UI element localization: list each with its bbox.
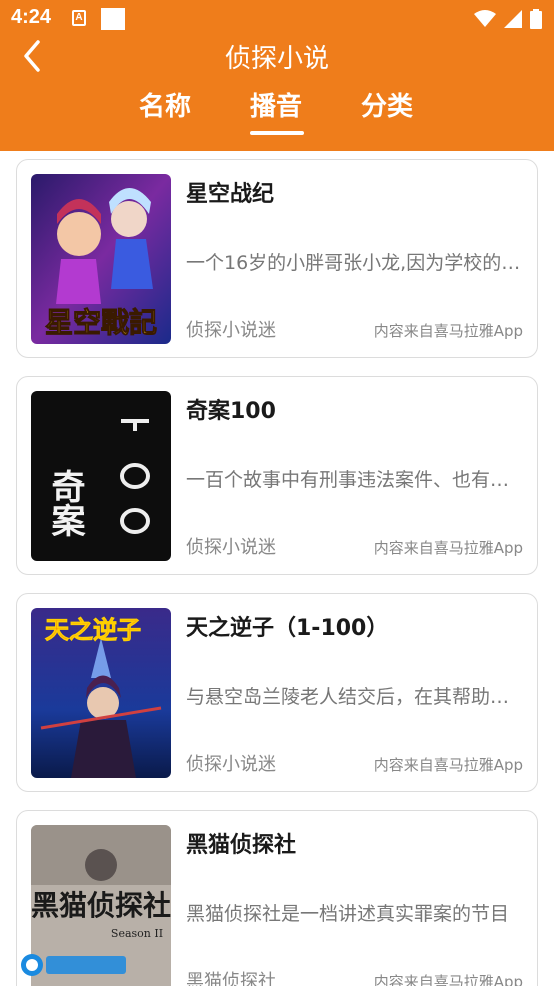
book-description: 黑猫侦探社是一档讲述真实罪案的节目 — [186, 903, 510, 925]
book-source: 内容来自喜马拉雅App — [373, 756, 523, 774]
watermark-logo — [21, 954, 126, 976]
book-author: 侦探小说迷 — [186, 754, 276, 775]
app-header: 4:24 A 侦探小说 名称 播音 分类 — [0, 0, 554, 151]
cover-title-text: 天之逆子 — [45, 616, 141, 644]
book-description: 一个16岁的小胖哥张小龙,因为学校的一次实验而穿越到了神秘的星空世界 — [186, 252, 526, 274]
book-title: 奇案100 — [186, 399, 276, 424]
book-author: 侦探小说迷 — [186, 537, 276, 558]
book-card[interactable]: 奇案 奇案100 一百个故事中有刑事违法案件、也有离奇的悬疑事件 侦探小说迷 内… — [16, 376, 538, 575]
book-title: 天之逆子（1-100） — [186, 616, 389, 641]
book-list[interactable]: 星空戰記 星空战纪 一个16岁的小胖哥张小龙,因为学校的一次实验而穿越到了神秘的… — [0, 151, 554, 986]
book-source: 内容来自喜马拉雅App — [373, 322, 523, 340]
book-card[interactable]: 天之逆子 天之逆子（1-100） 与悬空岛兰陵老人结交后，在其帮助下开始了修炼之… — [16, 593, 538, 792]
status-icons — [474, 9, 542, 29]
cover-title-text: 黑猫侦探社 — [31, 889, 171, 922]
book-cover: 天之逆子 — [31, 608, 171, 778]
tab-name[interactable]: 名称 — [139, 86, 191, 123]
book-title: 星空战纪 — [186, 182, 275, 207]
notification-icon: A — [72, 10, 86, 26]
book-description: 与悬空岛兰陵老人结交后，在其帮助下开始了修炼之路 — [186, 686, 526, 708]
book-source: 内容来自喜马拉雅App — [373, 539, 523, 557]
status-bar: 4:24 A — [0, 0, 554, 38]
book-title: 黑猫侦探社 — [186, 833, 297, 858]
cover-title-text: 星空戰記 — [45, 306, 157, 339]
book-author: 黑猫侦探社 — [186, 971, 276, 986]
tab-broadcast[interactable]: 播音 — [250, 86, 302, 123]
signal-icon — [504, 10, 522, 28]
battery-icon — [530, 9, 542, 29]
tab-category[interactable]: 分类 — [361, 86, 413, 123]
cover-subtitle-text: Season II — [111, 927, 163, 940]
notification-square-icon — [101, 8, 125, 30]
book-cover: 奇案 — [31, 391, 171, 561]
book-author: 侦探小说迷 — [186, 320, 276, 341]
book-source: 内容来自喜马拉雅App — [373, 973, 523, 986]
book-card[interactable]: 星空戰記 星空战纪 一个16岁的小胖哥张小龙,因为学校的一次实验而穿越到了神秘的… — [16, 159, 538, 358]
book-cover: 星空戰記 — [31, 174, 171, 344]
active-tab-indicator — [250, 131, 304, 135]
status-time: 4:24 — [11, 6, 52, 28]
tab-bar: 名称 播音 分类 — [0, 86, 554, 138]
cover-title-text: 奇案 — [45, 469, 85, 537]
book-description: 一百个故事中有刑事违法案件、也有离奇的悬疑事件 — [186, 469, 526, 491]
wifi-icon — [474, 10, 496, 27]
page-title: 侦探小说 — [224, 44, 329, 74]
